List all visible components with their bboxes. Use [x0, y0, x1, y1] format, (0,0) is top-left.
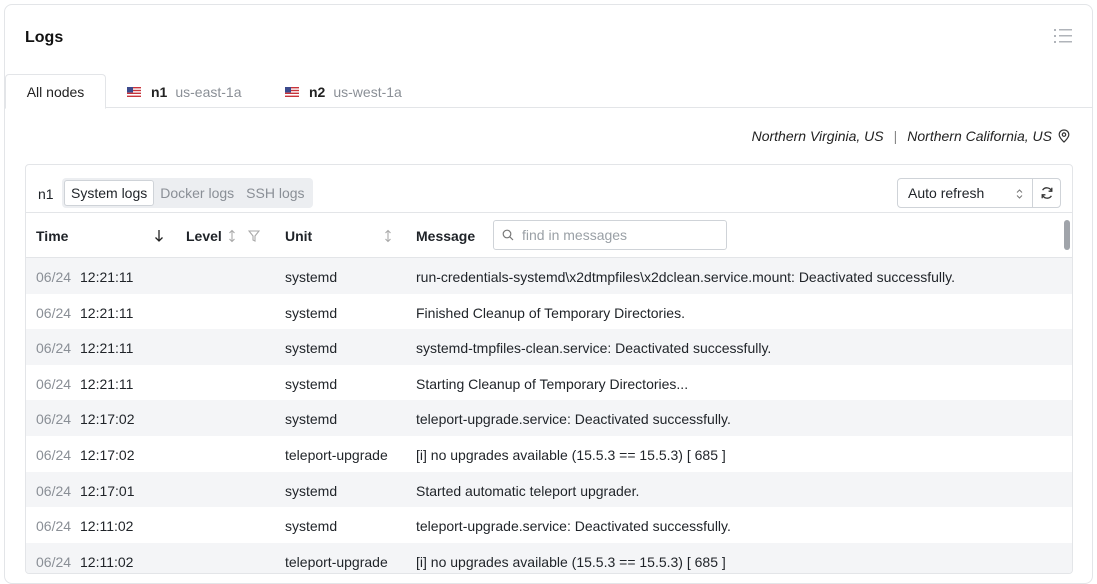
panel-toolbar: n1 System logs Docker logs SSH logs Auto… — [26, 165, 1072, 212]
row-time: 12:21:11 — [80, 375, 134, 392]
table-header: Time Level Unit Message — [26, 212, 1072, 258]
row-unit: systemd — [285, 269, 338, 285]
row-unit: systemd — [285, 482, 338, 499]
row-time: 12:17:02 — [80, 446, 135, 463]
system-logs-button[interactable]: System logs — [64, 180, 155, 206]
row-date: 06/24 — [36, 553, 72, 570]
node-tabs: All nodes n1 us-east-1a n2 us-west-1a — [5, 74, 1092, 109]
row-message: [i] no upgrades available (15.5.3 == 15.… — [416, 446, 726, 463]
row-time: 12:11:02 — [80, 553, 134, 570]
table-row[interactable]: 06/24 12:21:11 systemd Starting Cleanup of … — [26, 365, 1072, 401]
tab-node-n1[interactable]: n1 us-east-1a — [127, 74, 242, 109]
row-unit: teleport-upgrade — [285, 553, 388, 570]
row-message: teleport-upgrade.service: Deactivated su… — [416, 411, 731, 428]
region-first: Northern Virginia, US — [751, 128, 884, 144]
row-message: [i] no upgrades available (15.5.3 == 15.… — [416, 553, 726, 570]
ssh-logs-button[interactable]: SSH logs — [240, 180, 310, 206]
region-separator: | — [893, 128, 898, 144]
sort-icon[interactable] — [383, 229, 393, 243]
row-date: 06/24 — [36, 446, 72, 463]
row-message: Started automatic teleport upgrader. — [416, 482, 640, 499]
message-search-input[interactable] — [522, 227, 722, 243]
row-unit: systemd — [285, 518, 338, 535]
table-row[interactable]: 06/24 12:11:02 teleport-upgrade [i] no upgr… — [26, 542, 1072, 573]
tab-node-n2[interactable]: n2 us-west-1a — [285, 74, 402, 109]
row-message: run-credentials-systemd\x2dtmpfiles\x2dc… — [416, 269, 955, 285]
location-pin-icon — [1058, 129, 1070, 143]
tab-node-name: n2 — [309, 83, 326, 100]
tab-node-name: n1 — [151, 83, 168, 100]
row-date: 06/24 — [36, 304, 72, 321]
table-row[interactable]: 06/24 12:11:02 systemd teleport-upgrade.ser… — [26, 507, 1072, 543]
row-unit: systemd — [285, 375, 338, 392]
row-unit: teleport-upgrade — [285, 446, 388, 463]
table-row[interactable]: 06/24 12:21:11 systemd systemd-tmpfiles-cle… — [26, 329, 1072, 365]
tab-label: All nodes — [26, 83, 85, 100]
row-unit: systemd — [285, 304, 338, 321]
row-date: 06/24 — [36, 482, 72, 499]
table-row[interactable]: 06/24 12:17:02 teleport-upgrade [i] no upgr… — [26, 436, 1072, 472]
table-body: 06/24 12:21:11 systemd run-credentials-syst… — [26, 258, 1072, 573]
filter-icon[interactable] — [248, 229, 260, 243]
auto-refresh-value: Auto refresh — [908, 185, 985, 201]
table-row[interactable]: 06/24 12:17:02 systemd teleport-upgrade.ser… — [26, 400, 1072, 436]
us-flag-icon — [127, 86, 141, 97]
list-view-icon[interactable] — [1054, 28, 1072, 44]
card-title: Logs — [25, 29, 64, 46]
region-second: Northern California, US — [907, 128, 1052, 144]
region-info: Northern Virginia, US | Northern Califor… — [752, 128, 1070, 144]
auto-refresh-select[interactable]: Auto refresh — [897, 178, 1033, 208]
row-time: 12:17:02 — [80, 411, 135, 428]
selected-node-label: n1 — [38, 186, 54, 202]
message-search[interactable] — [493, 220, 727, 250]
row-message: Finished Cleanup of Temporary Directorie… — [416, 304, 685, 321]
row-time: 12:11:02 — [80, 518, 134, 535]
log-type-switcher: System logs Docker logs SSH logs — [62, 178, 313, 208]
row-time: 12:17:01 — [80, 482, 135, 499]
search-icon — [502, 229, 514, 241]
row-time: 12:21:11 — [80, 340, 134, 357]
sort-icon[interactable] — [227, 229, 237, 243]
row-date: 06/24 — [36, 269, 72, 285]
column-message: Message — [416, 228, 476, 244]
row-time: 12:21:11 — [80, 269, 134, 285]
tab-all-nodes[interactable]: All nodes — [5, 74, 106, 109]
row-message: systemd-tmpfiles-clean.service: Deactiva… — [416, 340, 772, 357]
row-date: 06/24 — [36, 411, 72, 428]
vertical-scrollbar[interactable] — [1064, 220, 1070, 250]
row-message: teleport-upgrade.service: Deactivated su… — [416, 518, 731, 535]
row-time: 12:21:11 — [80, 304, 134, 321]
refresh-button[interactable] — [1032, 178, 1061, 208]
logs-card: Logs All nodes n1 us-east-1a n2 us-west-… — [4, 4, 1093, 584]
table-row[interactable]: 06/24 12:17:01 systemd Started automatic te… — [26, 471, 1072, 508]
docker-logs-button[interactable]: Docker logs — [154, 180, 240, 206]
row-unit: systemd — [285, 411, 338, 428]
logs-panel: n1 System logs Docker logs SSH logs Auto… — [25, 164, 1073, 574]
row-message: Starting Cleanup of Temporary Directorie… — [416, 375, 689, 392]
tab-node-zone: us-east-1a — [175, 83, 242, 100]
row-date: 06/24 — [36, 375, 72, 392]
table-row[interactable]: 06/24 12:21:11 systemd run-credentials-syst… — [26, 258, 1072, 294]
table-row[interactable]: 06/24 12:21:11 systemd Finished Cleanup of … — [26, 294, 1072, 330]
sort-descending-icon[interactable] — [154, 229, 164, 243]
column-level[interactable]: Level — [186, 228, 222, 244]
column-unit[interactable]: Unit — [285, 228, 312, 244]
row-date: 06/24 — [36, 518, 72, 535]
us-flag-icon — [285, 86, 299, 97]
row-date: 06/24 — [36, 340, 72, 357]
refresh-icon — [1041, 187, 1052, 199]
tab-node-zone: us-west-1a — [333, 83, 402, 100]
column-time[interactable]: Time — [36, 228, 68, 244]
row-unit: systemd — [285, 340, 338, 357]
select-arrows-icon — [1016, 189, 1023, 199]
